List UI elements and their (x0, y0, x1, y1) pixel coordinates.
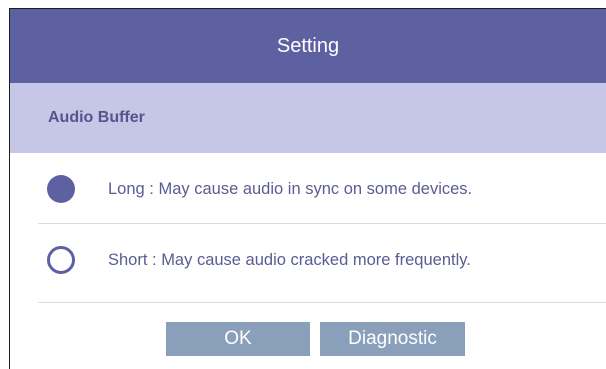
option-short-label: Short : May cause audio cracked more fre… (108, 250, 471, 269)
section-title: Audio Buffer (48, 109, 145, 126)
dialog-title: Setting (276, 34, 340, 57)
option-long-label: Long : May cause audio in sync on some d… (108, 179, 473, 198)
radio-long-selected-icon[interactable] (47, 175, 75, 203)
ok-button[interactable]: OK (166, 322, 310, 356)
option-long[interactable]: Long : May cause audio in sync on some d… (10, 154, 606, 224)
options-bottom-divider (38, 302, 606, 303)
setting-dialog: Setting Audio Buffer Long : May cause au… (9, 8, 606, 369)
dialog-title-bar: Setting (10, 9, 606, 83)
section-header-audio-buffer: Audio Buffer (10, 83, 606, 153)
option-divider (38, 223, 606, 224)
diagnostic-button[interactable]: Diagnostic (320, 322, 465, 356)
option-short[interactable]: Short : May cause audio cracked more fre… (10, 225, 606, 295)
button-row: OK Diagnostic (10, 322, 606, 356)
radio-short-unselected-icon[interactable] (47, 246, 75, 274)
